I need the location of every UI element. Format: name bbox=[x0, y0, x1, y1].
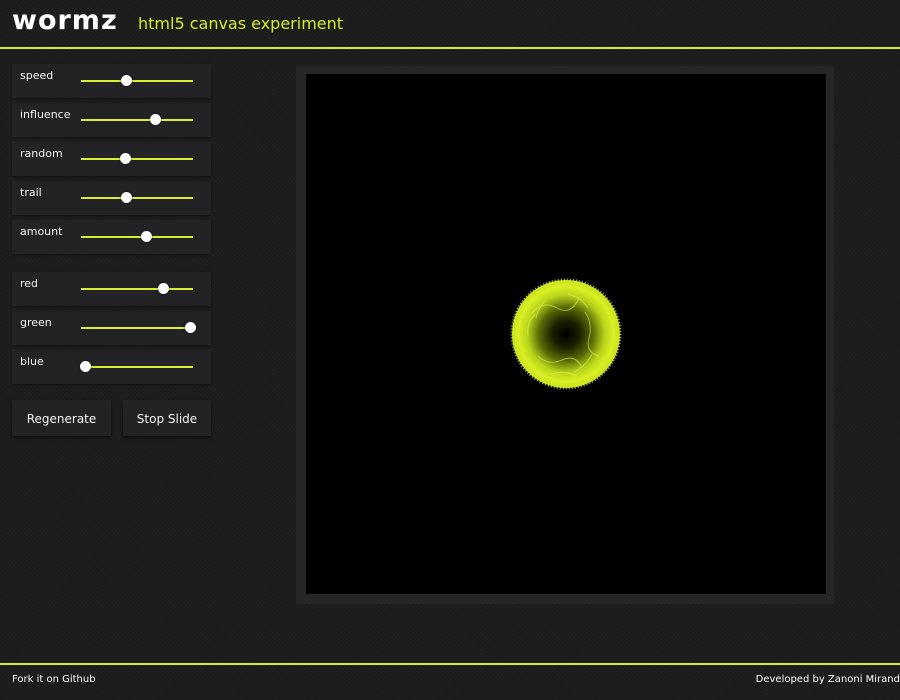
speed-slider-thumb[interactable] bbox=[120, 75, 132, 86]
green-slider[interactable] bbox=[81, 311, 196, 345]
blue-slider[interactable] bbox=[80, 350, 193, 384]
amount-slider-thumb[interactable] bbox=[140, 231, 152, 242]
trail-slider[interactable] bbox=[81, 181, 193, 215]
blue-control: blue bbox=[12, 350, 211, 384]
green-slider-thumb[interactable] bbox=[184, 322, 196, 333]
red-slider-track[interactable] bbox=[81, 288, 193, 290]
green-slider-track[interactable] bbox=[81, 327, 193, 329]
red-control: red bbox=[12, 272, 211, 306]
influence-slider-track[interactable] bbox=[81, 119, 193, 121]
red-slider[interactable] bbox=[81, 272, 193, 306]
speed-label: speed bbox=[20, 69, 54, 82]
random-slider-thumb[interactable] bbox=[119, 153, 131, 164]
random-slider-track[interactable] bbox=[81, 158, 193, 160]
fork-github-link[interactable]: Fork it on Github bbox=[12, 674, 96, 685]
worm-canvas[interactable] bbox=[306, 74, 826, 594]
green-control: green bbox=[12, 311, 211, 345]
blue-slider-thumb[interactable] bbox=[80, 361, 92, 372]
influence-slider-thumb[interactable] bbox=[149, 114, 161, 125]
green-label: green bbox=[20, 316, 52, 329]
worm-ball-graphic bbox=[510, 278, 622, 390]
regenerate-button[interactable]: Regenerate bbox=[12, 400, 111, 436]
red-label: red bbox=[20, 277, 39, 290]
header-bar: wormz html5 canvas experiment bbox=[0, 0, 900, 49]
speed-control: speed bbox=[12, 64, 211, 98]
random-slider[interactable] bbox=[81, 142, 193, 176]
app-subtitle: html5 canvas experiment bbox=[138, 14, 344, 33]
influence-slider[interactable] bbox=[81, 103, 193, 137]
blue-label: blue bbox=[20, 355, 44, 368]
influence-label: influence bbox=[20, 108, 71, 121]
amount-slider[interactable] bbox=[81, 220, 193, 254]
footer-bar: Fork it on Github Developed by Zanoni Mi… bbox=[0, 663, 900, 700]
amount-label: amount bbox=[20, 225, 63, 238]
trail-control: trail bbox=[12, 181, 211, 215]
blue-slider-track[interactable] bbox=[81, 366, 193, 368]
developer-credit: Developed by Zanoni Mirand bbox=[755, 674, 900, 685]
influence-control: influence bbox=[12, 103, 211, 137]
app-logo: wormz bbox=[12, 5, 118, 36]
trail-slider-track[interactable] bbox=[81, 197, 193, 199]
trail-slider-thumb[interactable] bbox=[120, 192, 132, 203]
amount-slider-track[interactable] bbox=[81, 236, 193, 238]
stop-slide-button[interactable]: Stop Slide bbox=[123, 400, 211, 436]
speed-slider[interactable] bbox=[81, 64, 193, 98]
random-control: random bbox=[12, 142, 211, 176]
amount-control: amount bbox=[12, 220, 211, 254]
trail-label: trail bbox=[20, 186, 42, 199]
red-slider-thumb[interactable] bbox=[157, 283, 169, 294]
random-label: random bbox=[20, 147, 63, 160]
speed-slider-track[interactable] bbox=[81, 80, 193, 82]
